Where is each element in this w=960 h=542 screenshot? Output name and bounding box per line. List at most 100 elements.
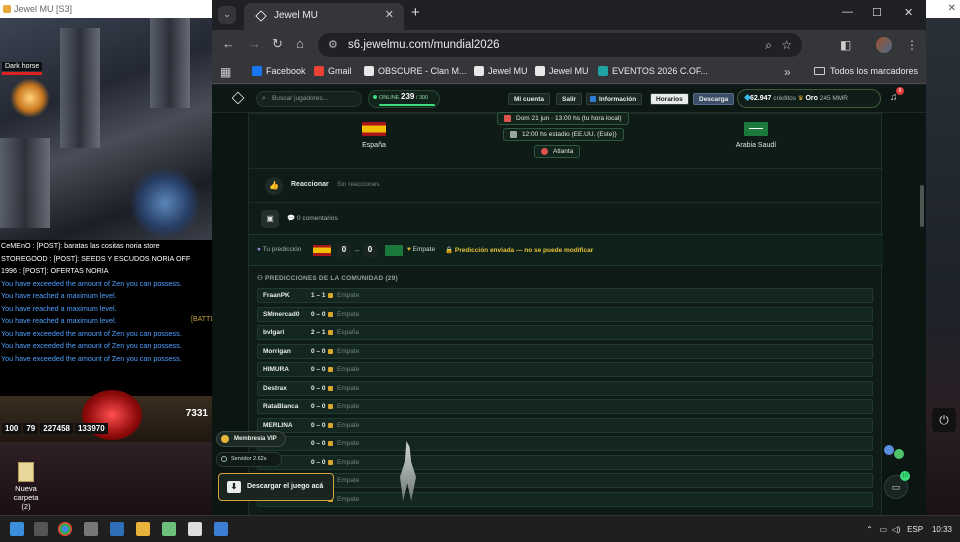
player-name[interactable]: bvlgari	[263, 326, 284, 339]
jewel-logo-icon	[255, 10, 267, 22]
player-search-input[interactable]: ⌕ Buscar jugadores...	[256, 91, 362, 107]
page-scrollbar[interactable]	[920, 185, 924, 227]
tab-strip: ⌄ Jewel MU ✕ + — ☐ ✕	[212, 0, 926, 30]
predicted-result: Empate	[328, 419, 359, 432]
my-account-button[interactable]: Mi cuenta	[508, 93, 550, 105]
your-prediction: ● Tu predicción 0 – 0 ♥ Empate 🔒 Predicc…	[249, 234, 883, 266]
start-icon[interactable]	[10, 522, 24, 536]
tab-jewel-mu[interactable]: Jewel MU ✕	[244, 3, 404, 30]
more-bookmarks-icon[interactable]: »	[784, 65, 791, 79]
bookmark-item[interactable]: Jewel MU	[535, 60, 589, 82]
player-name[interactable]: FraanPK	[263, 289, 290, 302]
power-icon[interactable]: ⏻	[932, 408, 956, 432]
notifications-bell-icon[interactable]: ♫ 9	[890, 87, 904, 104]
player-name[interactable]: HIMURA	[263, 363, 289, 376]
player-name[interactable]: RataBlanca	[263, 400, 298, 413]
app-icon[interactable]	[84, 522, 98, 536]
match-card: España Dom 21 jun · 13:00 hs (tu hora lo…	[248, 112, 883, 515]
contacts-icon[interactable]	[884, 443, 910, 465]
bookmark-item[interactable]: OBSCURE - Clan M...	[364, 60, 467, 82]
chat-line: You have exceeded the amount of Zen you …	[1, 328, 182, 338]
chrome-icon[interactable]	[58, 522, 72, 536]
minimize-icon[interactable]: —	[842, 6, 853, 18]
download-game-toast[interactable]: ⬇ Descargar el juego acá	[218, 473, 334, 501]
medal-icon	[328, 330, 333, 335]
your-result: ♥ Empate	[407, 246, 435, 253]
close-icon[interactable]: ✕	[948, 3, 956, 14]
reload-icon[interactable]: ↻	[272, 37, 283, 51]
all-bookmarks[interactable]: Todos los marcadores	[813, 60, 918, 82]
system-tray: ⌃ ▭ ◁) ESP 10:33	[866, 516, 952, 542]
window-close-icon[interactable]: ✕	[904, 6, 913, 19]
bookmark-star-icon[interactable]: ☆	[781, 33, 792, 57]
extensions-icon[interactable]: ◧	[840, 38, 851, 52]
address-bar[interactable]: ⚙ s6.jewelmu.com/mundial2026 ⌕ ☆	[318, 33, 802, 57]
player-name[interactable]: MERLINA	[263, 419, 293, 432]
calendar-icon	[504, 115, 511, 122]
thumbs-up-icon[interactable]: 👍	[265, 177, 283, 195]
online-dot-icon	[373, 95, 377, 99]
bookmark-item[interactable]: Facebook	[252, 60, 306, 82]
predicted-score: 0 – 0	[311, 440, 326, 447]
medal-icon	[328, 367, 333, 372]
match-header: España Dom 21 jun · 13:00 hs (tu hora lo…	[249, 112, 883, 168]
prediction-row: FraanPK 1 – 1 Empate	[257, 288, 873, 303]
chevron-up-icon[interactable]: ⌃	[866, 525, 873, 534]
desktop-folder-icon[interactable]: Nueva carpeta (2)	[8, 462, 44, 511]
match-stadium-time: 12:00 hs estadio (EE.UU. (Este))	[503, 128, 624, 141]
back-icon[interactable]: ←	[222, 37, 235, 51]
zoom-icon[interactable]: ⌕	[765, 33, 772, 57]
maximize-icon[interactable]: ☐	[872, 6, 882, 19]
predicted-result-text: Empate	[337, 440, 360, 447]
predicted-result-text: Empate	[337, 421, 360, 429]
menu-icon[interactable]: ⋮	[906, 38, 918, 52]
logout-button[interactable]: Salir	[556, 93, 583, 105]
bookmark-item[interactable]: Jewel MU	[474, 60, 528, 82]
stadium-time-text: 12:00 hs estadio (EE.UU. (Este))	[522, 131, 617, 138]
language-indicator[interactable]: ESP	[907, 525, 923, 534]
comments-count[interactable]: 💬 0 comentarios	[287, 214, 338, 222]
online-count: 239	[401, 92, 415, 101]
clock[interactable]: 10:33	[932, 525, 952, 534]
vip-badge[interactable]: Membresía VIP	[216, 431, 286, 447]
saudi-flag-icon	[385, 245, 403, 256]
app-icon[interactable]	[214, 522, 228, 536]
credits-pill[interactable]: 62.947 créditos ♛ Oro 245 MMR	[737, 89, 881, 108]
info-button[interactable]: Información	[586, 93, 643, 105]
player-name[interactable]: Morrigan	[263, 345, 291, 358]
network-icon[interactable]: ▭	[880, 525, 888, 534]
react-label[interactable]: Reaccionar	[291, 181, 329, 188]
bookmark-item[interactable]: EVENTOS 2026 C.OF...	[598, 60, 708, 82]
notification-badge: 9	[896, 87, 904, 95]
jewel-mu-icon[interactable]	[188, 522, 202, 536]
download-button[interactable]: Descarga	[693, 93, 735, 105]
player-name[interactable]: SMmercad0	[263, 308, 300, 321]
game-window-title: Jewel MU [S3]	[14, 4, 73, 14]
predicted-score: 0 – 0	[311, 403, 326, 410]
tab-close-icon[interactable]: ✕	[385, 3, 394, 28]
site-info-icon[interactable]: ⚙	[328, 33, 338, 57]
file-explorer-icon[interactable]	[136, 522, 150, 536]
prediction-row: MERLINA 0 – 0 Empate	[257, 417, 873, 433]
profile-avatar[interactable]	[876, 37, 892, 53]
app-icon[interactable]	[162, 522, 176, 536]
volume-icon[interactable]: ◁)	[892, 525, 901, 534]
bookmark-label: OBSCURE - Clan M...	[378, 66, 467, 76]
game-scene[interactable]: Dark horse	[0, 18, 212, 240]
new-tab-icon[interactable]: +	[411, 4, 420, 21]
chat-button[interactable]: ▭ 10	[884, 471, 910, 499]
forward-icon[interactable]: →	[248, 37, 261, 51]
bookmark-item[interactable]: Gmail	[314, 60, 352, 82]
medal-icon	[328, 348, 333, 354]
schedule-button[interactable]: Horarios	[650, 93, 689, 105]
medal-icon	[328, 404, 333, 409]
comment-box-icon[interactable]: ▣	[261, 210, 279, 228]
task-view-icon[interactable]	[34, 522, 48, 536]
player-name[interactable]: Destrax	[263, 382, 287, 395]
medal-icon	[328, 385, 333, 391]
app-icon[interactable]	[110, 522, 124, 536]
home-icon[interactable]: ⌂	[296, 37, 304, 51]
tab-search-icon[interactable]: ⌄	[218, 6, 236, 24]
site-logo-icon[interactable]	[231, 91, 245, 105]
apps-icon[interactable]: ▦	[220, 65, 231, 79]
